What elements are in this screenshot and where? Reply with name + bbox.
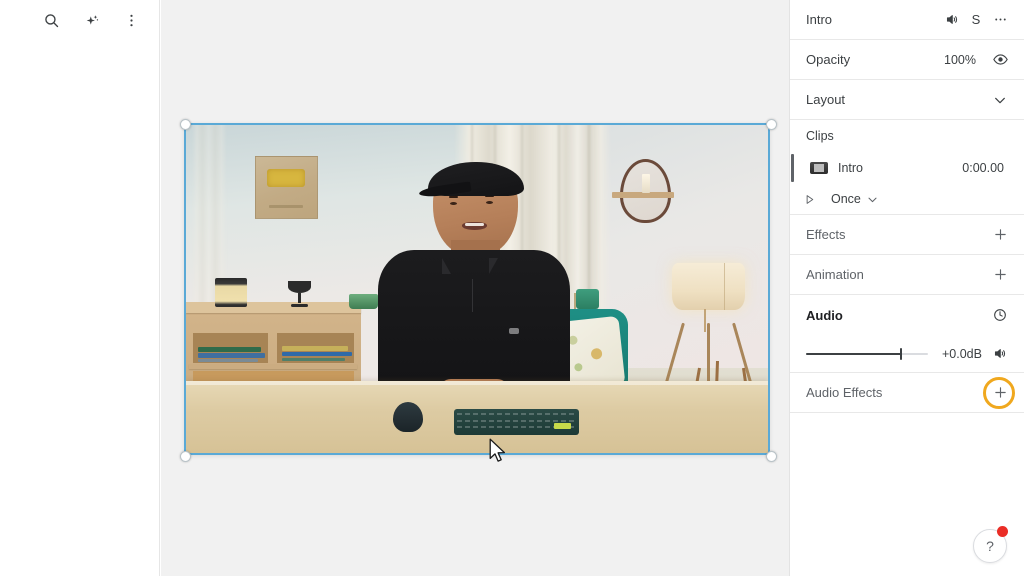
scene-books — [282, 357, 345, 362]
search-icon[interactable] — [38, 7, 64, 33]
play-triangle-icon[interactable] — [802, 192, 817, 207]
audio-effects-label: Audio Effects — [806, 385, 883, 400]
scene-poster-caption — [269, 205, 304, 209]
layout-row[interactable]: Layout — [790, 80, 1024, 120]
video-thumbnail-icon — [810, 162, 828, 174]
effects-row[interactable]: Effects — [790, 215, 1024, 255]
scene-cushion-pattern — [574, 362, 584, 371]
scene-books — [282, 351, 352, 357]
clip-list-item[interactable]: Intro 0:00.00 — [790, 152, 1024, 184]
clip-properties-panel: Intro S Opacity 100% Layout Clips Intro … — [790, 0, 1024, 576]
clips-header: Clips — [806, 129, 834, 143]
scene-shelf-board — [189, 363, 358, 370]
clip-title: Intro — [806, 12, 833, 27]
scene-lamp-shade — [671, 262, 745, 311]
opacity-row[interactable]: Opacity 100% — [790, 40, 1024, 80]
plus-icon[interactable] — [988, 381, 1012, 405]
scene-keyboard-accent-keys — [553, 423, 572, 430]
audio-gain-row[interactable]: +0.0dB — [790, 335, 1024, 373]
scene-lantern — [215, 277, 248, 308]
audio-effects-row[interactable]: Audio Effects — [790, 373, 1024, 413]
scene-mirror-candle — [641, 173, 650, 193]
resize-handle-bottom-right[interactable] — [765, 450, 777, 462]
slider-thumb[interactable] — [900, 347, 902, 360]
scene-goblet-cup — [287, 280, 312, 294]
help-notification-badge — [997, 526, 1008, 537]
scene-wall-poster — [254, 156, 318, 219]
scene-person-eye — [450, 201, 458, 205]
loop-mode-label: Once — [831, 192, 861, 206]
scene-keyboard — [453, 408, 579, 435]
scene-books — [198, 352, 265, 358]
sparkle-icon[interactable] — [78, 7, 104, 33]
slider-fill — [806, 352, 901, 355]
scene-person-torso — [378, 249, 571, 401]
plus-icon[interactable] — [988, 223, 1012, 247]
clips-section: Clips Intro 0:00.00 Once — [790, 120, 1024, 215]
effects-label: Effects — [806, 227, 846, 242]
resize-handle-bottom-left[interactable] — [179, 450, 191, 462]
animation-row[interactable]: Animation — [790, 255, 1024, 295]
scene-person-shirt-logo — [509, 328, 519, 335]
more-horizontal-icon[interactable] — [988, 8, 1012, 32]
audio-label: Audio — [806, 307, 843, 323]
scene-keyboard-keys — [457, 413, 576, 416]
chevron-down-icon[interactable] — [988, 88, 1012, 112]
more-vertical-icon[interactable] — [118, 7, 144, 33]
opacity-label: Opacity — [806, 52, 851, 67]
solo-button[interactable]: S — [964, 8, 988, 32]
scene-books — [198, 346, 262, 352]
video-preview-clip[interactable] — [184, 123, 770, 455]
app-root: Intro S Opacity 100% Layout Clips Intro … — [0, 0, 1024, 576]
layout-label: Layout — [806, 92, 846, 107]
resize-handle-top-right[interactable] — [765, 118, 777, 130]
clip-item-name: Intro — [838, 161, 864, 175]
audio-row: Audio — [790, 295, 1024, 335]
scene-desk-edge — [186, 380, 768, 386]
scene-poster-plaque — [266, 169, 305, 188]
clip-selection-indicator — [791, 154, 794, 182]
scene-shelf-top — [186, 302, 361, 313]
video-scene — [186, 125, 768, 453]
clock-icon[interactable] — [988, 303, 1012, 327]
scene-lamp-seam — [724, 262, 726, 311]
animation-label: Animation — [806, 267, 864, 282]
speaker-icon[interactable] — [940, 8, 964, 32]
clip-item-time: 0:00.00 — [962, 161, 1004, 175]
scene-goblet-stem — [298, 293, 301, 304]
scene-goblet-base — [291, 303, 308, 308]
left-tool-rail — [0, 0, 160, 576]
clip-header-row: Intro S — [790, 0, 1024, 40]
eye-icon[interactable] — [988, 48, 1012, 72]
scene-person-placket — [472, 279, 474, 312]
scene-goblet — [287, 280, 312, 308]
preview-canvas[interactable] — [161, 0, 790, 576]
left-rail-toolbar — [0, 0, 160, 40]
scene-person-collar — [442, 257, 452, 274]
scene-cushion-pattern — [591, 347, 604, 360]
scene-person-brow — [449, 195, 459, 198]
resize-handle-top-left[interactable] — [179, 118, 191, 130]
audio-gain-slider[interactable] — [806, 347, 928, 361]
speaker-icon[interactable] — [988, 342, 1012, 366]
scene-mirror-shelf — [612, 192, 674, 199]
clip-loop-row[interactable]: Once — [790, 184, 1024, 214]
plus-icon[interactable] — [988, 263, 1012, 287]
scene-keyboard-keys — [457, 419, 576, 422]
scene-books — [282, 345, 349, 351]
scene-green-cup — [348, 293, 379, 309]
scene-person-collar — [488, 257, 498, 274]
chevron-down-icon[interactable] — [866, 193, 879, 206]
scene-books — [198, 358, 258, 363]
scene-person-teeth — [464, 222, 484, 227]
opacity-value: 100% — [944, 52, 976, 67]
scene-mouse — [392, 402, 423, 432]
audio-gain-value: +0.0dB — [942, 346, 982, 361]
